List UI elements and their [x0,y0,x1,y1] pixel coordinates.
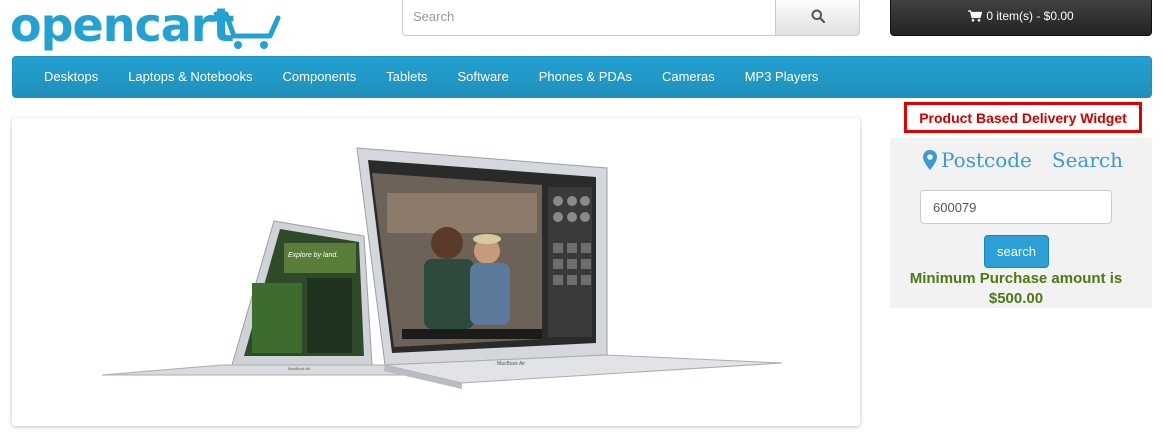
header-search [402,0,860,36]
menu-item-mp3-players[interactable]: MP3 Players [730,56,834,98]
widget-title: Postcode Search [922,148,1123,172]
macbook-air-image: Explore by land. MacBook Air MacBook Air [102,147,782,389]
widget-title-postcode: Postcode [941,148,1032,172]
cart-button[interactable]: 0 item(s) - $0.00 [890,0,1152,36]
search-input[interactable] [402,0,775,36]
logo-text: opencart [10,0,234,52]
menu-item-tablets[interactable]: Tablets [371,56,442,98]
brand-label-left: MacBook Air [288,366,311,371]
cart-label: 0 item(s) - $0.00 [986,9,1074,23]
menu-item-desktops[interactable]: Desktops [29,56,113,98]
screen-text-explore: Explore by land. [288,252,338,259]
postcode-search-widget: Postcode Search search Minimum Purchase … [890,138,1152,308]
main-menu: Desktops Laptops & Notebooks Components … [12,56,1152,98]
menu-item-components[interactable]: Components [268,56,372,98]
widget-title-search: Search [1051,148,1123,172]
cart-icon [968,10,983,22]
postcode-input[interactable] [920,190,1112,224]
search-button[interactable] [775,0,860,36]
menu-item-software[interactable]: Software [442,56,523,98]
store-logo[interactable]: opencart [10,0,234,52]
slideshow-banner[interactable]: Explore by land. MacBook Air MacBook Air [12,118,860,426]
menu-item-cameras[interactable]: Cameras [647,56,730,98]
logo-cart-icon [213,11,281,49]
map-pin-icon [923,150,937,170]
menu-item-phones-pdas[interactable]: Phones & PDAs [524,56,647,98]
widget-label: Product Based Delivery Widget [904,102,1142,133]
postcode-search-button[interactable]: search [984,235,1049,268]
minimum-purchase-message: Minimum Purchase amount is $500.00 [909,270,1123,307]
menu-item-laptops-notebooks[interactable]: Laptops & Notebooks [113,56,267,98]
search-icon [811,9,825,23]
brand-label-right: MacBook Air [497,361,525,367]
